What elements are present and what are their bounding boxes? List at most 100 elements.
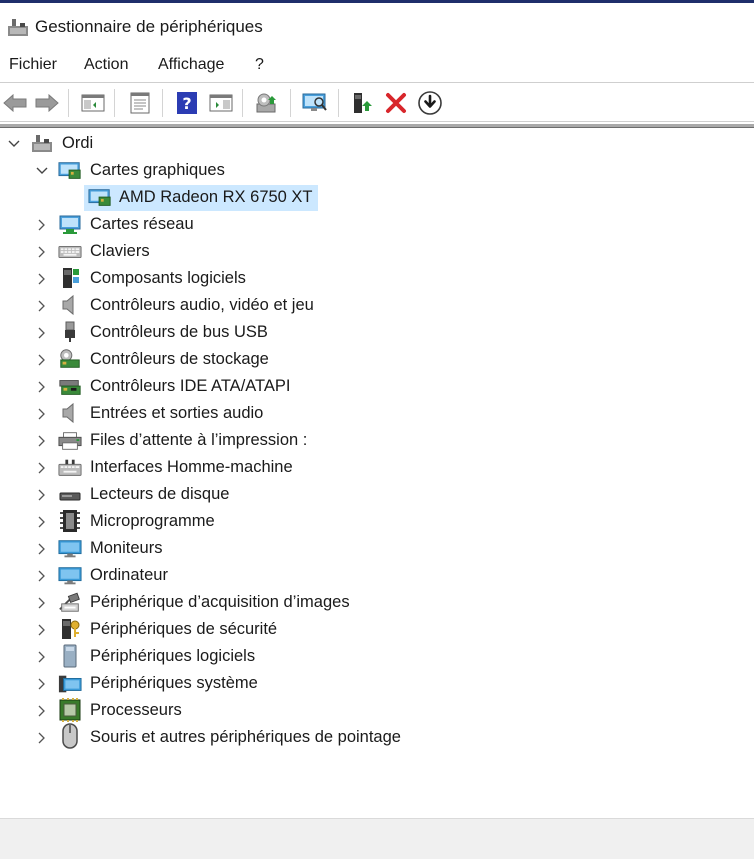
chevron-right-icon[interactable] [35,542,49,556]
chevron-right-icon[interactable] [35,434,49,448]
tree-category[interactable]: Moniteurs [0,536,754,562]
tree-category[interactable]: Cartes réseau [0,212,754,238]
tree-category[interactable]: Processeurs [0,698,754,724]
chevron-right-icon[interactable] [35,218,49,232]
tree-category[interactable]: Contrôleurs IDE ATA/ATAPI [0,374,754,400]
tree-category-label: Interfaces Homme-machine [90,458,293,476]
pane-border [0,124,754,128]
chevron-right-icon[interactable] [35,245,49,259]
chevron-right-icon[interactable] [35,353,49,367]
display-adapter-icon [88,187,112,209]
download-icon[interactable] [417,90,443,116]
chevron-right-icon[interactable] [35,704,49,718]
tree-category-label: Microprogramme [90,512,215,530]
chevron-right-icon[interactable] [35,569,49,583]
tree-category-label: Contrôleurs de stockage [90,350,269,368]
tree-category[interactable]: Périphériques système [0,671,754,697]
tree-category-label: Périphériques de sécurité [90,620,278,638]
chevron-right-icon[interactable] [35,596,49,610]
tree-category[interactable]: Composants logiciels [0,266,754,292]
monitor-icon [58,538,82,560]
chevron-right-icon[interactable] [35,407,49,421]
tree-category-label: Claviers [90,242,150,260]
chevron-right-icon[interactable] [35,326,49,340]
help-icon[interactable]: ? [174,90,200,116]
mouse-icon [58,723,82,749]
camera-icon [58,591,82,613]
tree-root[interactable]: Ordi [0,131,754,157]
tree-category-label: Processeurs [90,701,182,719]
tree-category[interactable]: Microprogramme [0,509,754,535]
tree-category[interactable]: Périphériques logiciels [0,644,754,670]
chevron-right-icon[interactable] [35,623,49,637]
tree-category[interactable]: Files d’attente à l’impression : [0,428,754,454]
tree-category-label: Lecteurs de disque [90,485,230,503]
tree-category-label: Ordinateur [90,566,168,584]
tree-category[interactable]: Entrées et sorties audio [0,401,754,427]
chevron-down-icon[interactable] [35,164,49,178]
forward-icon[interactable] [34,90,60,116]
tree-device-amd-radeon[interactable]: AMD Radeon RX 6750 XT [0,185,754,211]
menu-action[interactable]: Action [84,56,128,74]
menu-fichier[interactable]: Fichier [9,56,57,74]
chevron-right-icon[interactable] [35,272,49,286]
chevron-right-icon[interactable] [35,299,49,313]
disk-drive-icon [58,484,82,506]
chevron-right-icon[interactable] [35,731,49,745]
status-bar [0,818,754,859]
tree-category[interactable]: Contrôleurs de bus USB [0,320,754,346]
tree-category-label: Cartes réseau [90,215,194,233]
chevron-right-icon[interactable] [35,488,49,502]
tree-category[interactable]: Contrôleurs audio, vidéo et jeu [0,293,754,319]
speaker-icon [58,402,82,424]
tree-category[interactable]: Périphériques de sécurité [0,617,754,643]
chevron-right-icon[interactable] [35,677,49,691]
tree-category[interactable]: Ordinateur [0,563,754,589]
tree-category[interactable]: Claviers [0,239,754,265]
chevron-right-icon[interactable] [35,380,49,394]
window-title: Gestionnaire de périphériques [35,17,263,36]
processor-icon [58,698,82,722]
tree-category-cartes-graphiques[interactable]: Cartes graphiques [0,158,754,184]
menu-help[interactable]: ? [255,56,264,74]
tree-category[interactable]: Périphérique d’acquisition d’images [0,590,754,616]
usb-icon [58,321,82,343]
update-driver-icon[interactable] [254,90,280,116]
software-device-icon [58,644,82,668]
toolbar: ? [0,82,754,122]
device-tree: Ordi Cartes graphiques AMD Radeon RX 675… [0,130,754,818]
tree-category[interactable]: Contrôleurs de stockage [0,347,754,373]
toolbar-separator [242,89,243,117]
network-adapter-icon [58,214,82,236]
add-driver-icon[interactable] [350,90,376,116]
tree-category-label: Souris et autres périphériques de pointa… [90,728,401,746]
tree-category-label: Périphériques système [90,674,258,692]
toolbar-separator [338,89,339,117]
menu-bar: Fichier Action Affichage ? [0,50,754,82]
chevron-down-icon[interactable] [7,137,21,151]
export-view-icon[interactable] [208,90,234,116]
security-key-icon [58,618,82,640]
properties-icon[interactable] [127,90,153,116]
title-bar: Gestionnaire de périphériques [0,0,754,50]
toolbar-separator [290,89,291,117]
tree-category[interactable]: Souris et autres périphériques de pointa… [0,723,754,751]
tree-category-label: Files d’attente à l’impression : [90,431,308,449]
uninstall-icon[interactable] [383,90,409,116]
tree-category[interactable]: Lecteurs de disque [0,482,754,508]
chevron-right-icon[interactable] [35,515,49,529]
chevron-right-icon[interactable] [35,461,49,475]
toolbar-separator [162,89,163,117]
tree-category-label: Contrôleurs IDE ATA/ATAPI [90,377,291,395]
display-adapter-icon [58,160,82,182]
tree-category-label: Cartes graphiques [90,161,225,179]
tree-category[interactable]: Interfaces Homme-machine [0,455,754,481]
printer-icon [58,430,82,452]
chevron-right-icon[interactable] [35,650,49,664]
back-icon[interactable] [2,90,28,116]
show-hide-console-tree-icon[interactable] [80,90,106,116]
menu-affichage[interactable]: Affichage [158,56,224,74]
scan-hardware-icon[interactable] [302,90,328,116]
tree-category-label: Périphérique d’acquisition d’images [90,593,350,611]
tree-category-label: Moniteurs [90,539,163,557]
